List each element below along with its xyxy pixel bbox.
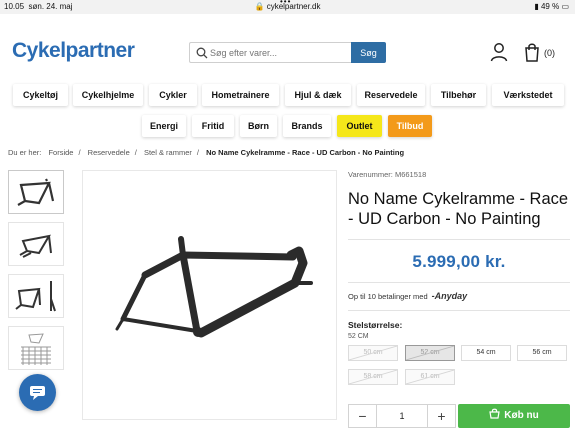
status-bar: 10.05 søn. 24. maj ••• 🔒 cykelpartner.dk… <box>0 0 575 14</box>
nav-item-outlet[interactable]: Outlet <box>337 115 382 137</box>
divider <box>348 239 570 240</box>
nav-item-cykelhjelme[interactable]: Cykelhjelme <box>73 84 143 106</box>
bike-frame-image <box>115 236 313 338</box>
chat-icon <box>30 386 45 400</box>
thumbnail-image[interactable] <box>8 170 64 214</box>
installment-info[interactable]: Op til 10 betalinger med -Anyday <box>348 291 570 301</box>
search-input[interactable] <box>210 45 345 61</box>
nav-item-tilbehor[interactable]: Tilbehør <box>431 84 486 106</box>
nav-item-hometrainere[interactable]: Hometrainere <box>202 84 279 106</box>
nav-item-cykler[interactable]: Cykler <box>149 84 197 106</box>
search-button[interactable]: Søg <box>351 42 386 63</box>
nav-item-brands[interactable]: Brands <box>283 115 331 137</box>
divider <box>348 310 570 311</box>
user-icon[interactable] <box>490 42 508 62</box>
divider <box>348 282 570 283</box>
product-main-image[interactable] <box>82 170 337 420</box>
product-sku: Varenummer: M661518 <box>348 170 427 179</box>
nav-item-tilbud[interactable]: Tilbud <box>388 115 432 137</box>
size-option-52[interactable]: 52 cm <box>405 345 455 361</box>
size-options: 50 cm 52 cm 54 cm 56 cm 58 cm 61 cm <box>348 345 570 389</box>
battery-indicator: ▮ 49 % ▭ <box>534 2 569 11</box>
site-logo[interactable]: Cykelpartner <box>12 39 135 63</box>
nav-item-born[interactable]: Børn <box>240 115 277 137</box>
breadcrumb-item[interactable]: Reservedele <box>88 148 130 157</box>
breadcrumb-item[interactable]: Forside <box>48 148 73 157</box>
chat-button[interactable] <box>19 374 56 411</box>
breadcrumb-item[interactable]: Stel & rammer <box>144 148 192 157</box>
address-bar[interactable]: 🔒 cykelpartner.dk <box>0 2 575 11</box>
nav-item-vaerkstedet[interactable]: Værkstedet <box>492 84 564 106</box>
breadcrumb: Du er her: Forside / Reservedele / Stel & … <box>8 148 405 157</box>
nav-item-hjul-daek[interactable]: Hjul & dæk <box>285 84 351 106</box>
buy-now-button[interactable]: Køb nu <box>458 404 570 428</box>
breadcrumb-current: No Name Cykelramme - Race - UD Carbon - … <box>206 148 405 157</box>
main-navigation: Cykeltøj Cykelhjelme Cykler Hometrainere… <box>0 84 575 144</box>
thumbnail-image[interactable] <box>8 274 64 318</box>
cart-icon[interactable] <box>523 42 541 62</box>
quantity-decrease-button[interactable]: − <box>349 405 377 427</box>
anyday-logo: -Anyday <box>431 291 468 301</box>
search-icon <box>196 47 208 59</box>
quantity-increase-button[interactable]: + <box>427 405 455 427</box>
thumbnail-image[interactable] <box>8 222 64 266</box>
size-selected: 52 CM <box>348 333 369 340</box>
product-title: No Name Cykelramme - Race - UD Carbon - … <box>348 190 569 228</box>
quantity-input[interactable]: 1 <box>377 405 427 427</box>
product-info: Varenummer: M661518 No Name Cykelramme -… <box>348 170 570 389</box>
size-option-50[interactable]: 50 cm <box>348 345 398 361</box>
nav-item-reservedele[interactable]: Reservedele <box>357 84 425 106</box>
product-price: 5.999,00 kr. <box>412 252 506 271</box>
purchase-row: − 1 + Køb nu <box>348 404 570 428</box>
nav-item-cykeltoj[interactable]: Cykeltøj <box>13 84 68 106</box>
search-box[interactable] <box>189 42 351 63</box>
basket-icon <box>489 408 500 419</box>
site-header: Cykelpartner Søg (0) <box>0 14 575 84</box>
quantity-stepper: − 1 + <box>348 404 456 428</box>
size-option-61[interactable]: 61 cm <box>405 369 455 385</box>
nav-item-fritid[interactable]: Fritid <box>192 115 234 137</box>
size-label: Stelstørrelse: <box>348 320 403 330</box>
size-option-56[interactable]: 56 cm <box>517 345 567 361</box>
breadcrumb-prefix: Du er her: <box>8 148 42 157</box>
nav-item-energi[interactable]: Energi <box>142 115 186 137</box>
size-option-58[interactable]: 58 cm <box>348 369 398 385</box>
cart-count[interactable]: (0) <box>544 48 555 58</box>
thumbnail-image[interactable] <box>8 326 64 370</box>
size-option-54[interactable]: 54 cm <box>461 345 511 361</box>
